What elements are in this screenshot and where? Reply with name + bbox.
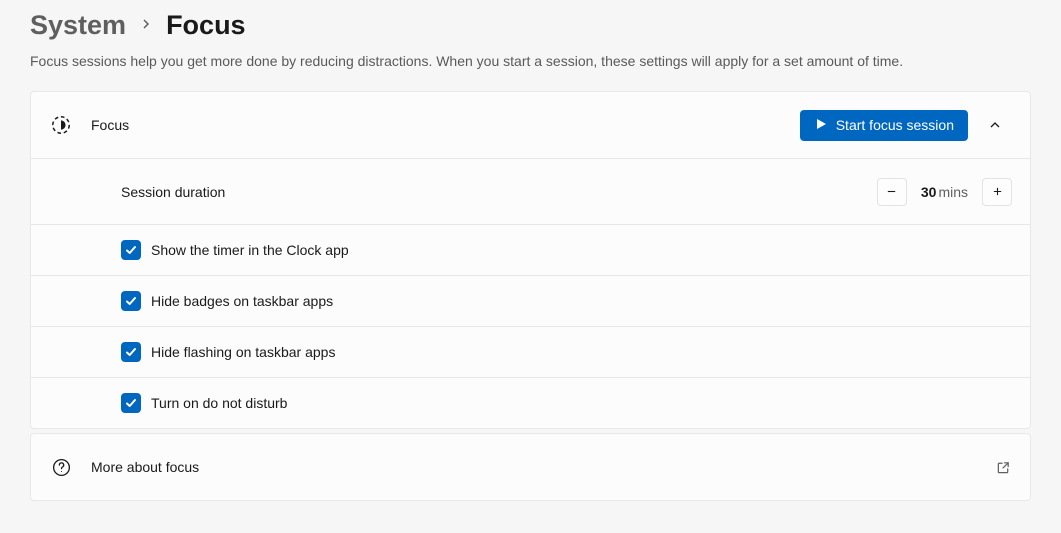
checkbox-checked-icon [121,342,141,362]
decrease-duration-button[interactable] [877,178,907,206]
focus-card: Focus Start focus session Session durati… [30,91,1031,429]
checkbox-checked-icon [121,291,141,311]
more-about-label: More about focus [91,459,994,475]
chevron-up-icon [989,119,1001,131]
duration-value: 30mins [913,184,976,200]
option-dnd-label: Turn on do not disturb [151,395,287,411]
play-icon [814,117,828,134]
option-hide-badges-checkbox[interactable]: Hide badges on taskbar apps [121,291,333,311]
duration-unit: mins [938,184,968,200]
option-hide-badges-row: Hide badges on taskbar apps [31,275,1030,326]
focus-header-label: Focus [91,117,800,133]
open-link-icon [994,458,1012,476]
more-about-card: More about focus [30,433,1031,501]
breadcrumb: System Focus [30,10,1031,41]
plus-icon [992,186,1003,197]
option-dnd-row: Turn on do not disturb [31,377,1030,428]
minus-icon [886,186,897,197]
focus-icon [49,113,73,137]
option-hide-flashing-label: Hide flashing on taskbar apps [151,344,335,360]
focus-header-row[interactable]: Focus Start focus session [31,92,1030,158]
checkbox-checked-icon [121,393,141,413]
help-icon [49,455,73,479]
duration-stepper: 30mins [877,178,1012,206]
duration-number: 30 [921,184,937,200]
page-description: Focus sessions help you get more done by… [30,53,1031,69]
option-show-timer-label: Show the timer in the Clock app [151,242,349,258]
increase-duration-button[interactable] [982,178,1012,206]
start-focus-session-button[interactable]: Start focus session [800,110,968,141]
start-button-label: Start focus session [836,117,954,133]
collapse-button[interactable] [978,108,1012,142]
checkbox-checked-icon [121,240,141,260]
breadcrumb-parent[interactable]: System [30,10,126,41]
option-hide-badges-label: Hide badges on taskbar apps [151,293,333,309]
chevron-right-icon [140,17,152,35]
option-show-timer-row: Show the timer in the Clock app [31,224,1030,275]
option-dnd-checkbox[interactable]: Turn on do not disturb [121,393,287,413]
option-show-timer-checkbox[interactable]: Show the timer in the Clock app [121,240,349,260]
session-duration-row: Session duration 30mins [31,158,1030,224]
more-about-focus-link[interactable]: More about focus [31,434,1030,500]
session-duration-label: Session duration [121,184,877,200]
option-hide-flashing-row: Hide flashing on taskbar apps [31,326,1030,377]
page-title: Focus [166,10,246,41]
option-hide-flashing-checkbox[interactable]: Hide flashing on taskbar apps [121,342,335,362]
